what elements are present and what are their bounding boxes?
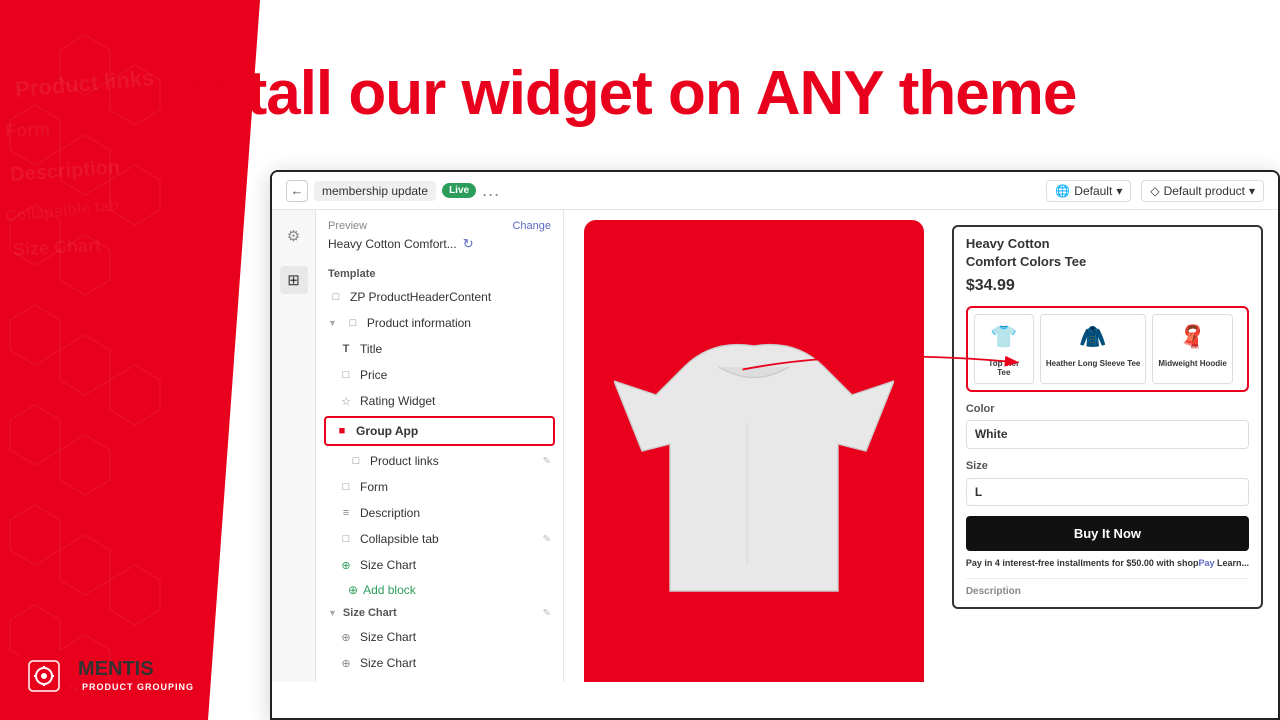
logo-main-text: MENTIS [78, 659, 198, 679]
tree-item-product-info[interactable]: ▼ □ Product information [316, 310, 563, 336]
bg-decorative-text: Product links Form Description Collapsib… [5, 60, 154, 267]
callout-title2: Comfort Colors Tee [966, 253, 1249, 271]
item-icon-collapsible: □ [338, 531, 354, 547]
item-icon-desc: ≡ [338, 505, 354, 521]
tree-item-form[interactable]: □ Form [316, 474, 563, 500]
add-block-button[interactable]: ⊕ Add block [316, 578, 563, 602]
variant-name-3: Midweight Hoodie [1158, 359, 1226, 369]
color-input[interactable]: White [966, 420, 1249, 449]
color-label: Color [966, 402, 1249, 417]
sidebar-icon-settings[interactable]: ⚙ [280, 222, 308, 250]
logo-icon [27, 659, 61, 693]
edit-icon-size: ✎ [543, 608, 551, 619]
editor-main: ⚙ ⊞ Preview Change Heavy Cotton Comfort.… [272, 210, 1278, 682]
tree-item-rating[interactable]: ☆ Rating Widget [316, 388, 563, 414]
logo-box [18, 650, 70, 702]
variant-icon-2: 🧥 [1075, 320, 1111, 356]
variant-top-tier[interactable]: 👕 Top TierTee [974, 314, 1034, 384]
tree-item-description[interactable]: ≡ Description [316, 500, 563, 526]
logo-sub-text: PRODUCT GROUPING [78, 681, 198, 693]
size-chart-section-label: Size Chart [343, 607, 397, 619]
main-headline: Install our widget on ANY theme [160, 60, 1240, 128]
live-badge: Live [442, 183, 476, 198]
tshirt-image [614, 295, 894, 635]
sidebar-icons: ⚙ ⊞ [272, 210, 316, 682]
product-image-area [584, 220, 924, 682]
sidebar-icon-sections[interactable]: ⊞ [280, 266, 308, 294]
change-link[interactable]: Change [512, 220, 551, 232]
tree-item-product-links[interactable]: □ Product links ✎ [316, 448, 563, 474]
preview-label: Preview [328, 220, 367, 232]
editor-topbar: ← membership update Live ... 🌐 Default ▾… [272, 172, 1278, 210]
tree-item-zp-header[interactable]: □ ZP ProductHeaderContent [316, 284, 563, 310]
product-page: Heavy Cotton Comfort Colors Tee $34.99 👕… [564, 210, 1278, 682]
buy-button[interactable]: Buy It Now [966, 516, 1249, 551]
variant-icon-1: 👕 [986, 320, 1022, 356]
chevron-down-icon-2: ▾ [1249, 184, 1255, 198]
item-icon-sc2: ⊕ [338, 655, 354, 671]
plus-icon: ⊕ [348, 583, 358, 597]
variant-heather[interactable]: 🧥 Heather Long Sleeve Tee [1040, 314, 1147, 384]
store-badge: ← membership update Live ... [286, 180, 500, 202]
globe-icon: 🌐 [1055, 184, 1070, 198]
browser-mockup: ← membership update Live ... 🌐 Default ▾… [270, 170, 1280, 720]
chevron-icon-size: ▼ [328, 608, 337, 618]
refresh-icon[interactable]: ↻ [463, 236, 474, 252]
tree-item-price[interactable]: □ Price [316, 362, 563, 388]
preview-name: Heavy Cotton Comfort... ↻ [316, 236, 563, 260]
tree-item-sc2[interactable]: ⊕ Size Chart [316, 650, 563, 676]
default-product-button[interactable]: ◇ Default product ▾ [1141, 180, 1264, 202]
item-icon-sc1: ⊕ [338, 629, 354, 645]
tree-item-size-chart[interactable]: ⊕ Size Chart [316, 552, 563, 578]
template-section-label: Template [316, 260, 563, 284]
tree-item-sc3[interactable]: ⊕ Size Chart [316, 676, 563, 682]
tree-item-collapsible[interactable]: □ Collapsible tab ✎ [316, 526, 563, 552]
variant-hoodie[interactable]: 🧣 Midweight Hoodie [1152, 314, 1232, 384]
edit-icon-links: ✎ [543, 456, 551, 467]
back-button[interactable]: ← [286, 180, 308, 202]
item-icon-group-app: ■ [334, 423, 350, 439]
logo-text: MENTIS PRODUCT GROUPING [78, 659, 198, 693]
item-icon-rating: ☆ [338, 393, 354, 409]
tree-item-title[interactable]: T Title [316, 336, 563, 362]
variant-icon-3: 🧣 [1175, 320, 1211, 356]
chevron-icon: ▼ [328, 318, 337, 328]
product-price: $34.99 [966, 275, 1249, 297]
callout-title1: Heavy Cotton [966, 235, 1249, 253]
item-icon-form: □ [338, 479, 354, 495]
item-icon: □ [328, 289, 344, 305]
default-theme-button[interactable]: 🌐 Default ▾ [1046, 180, 1131, 202]
shop-pay-text: Pay in 4 interest-free installments for … [966, 557, 1249, 570]
template-panel: Preview Change Heavy Cotton Comfort... ↻… [316, 210, 564, 682]
variant-name-2: Heather Long Sleeve Tee [1046, 359, 1141, 369]
size-label: Size [966, 459, 1249, 474]
size-input[interactable]: L [966, 478, 1249, 507]
item-icon-pi: □ [345, 315, 361, 331]
variant-grid: 👕 Top TierTee 🧥 Heather Long Sleeve Tee … [966, 306, 1249, 392]
product-icon: ◇ [1150, 184, 1159, 198]
variant-name-1: Top TierTee [988, 359, 1019, 378]
item-icon-links: □ [348, 453, 364, 469]
item-icon-size-chart: ⊕ [338, 557, 354, 573]
panel-header: Preview Change [316, 210, 563, 236]
description-section: Description [966, 578, 1249, 599]
logo-area: MENTIS PRODUCT GROUPING [18, 650, 198, 702]
preview-area: Heavy Cotton Comfort Colors Tee $34.99 👕… [564, 210, 1278, 682]
item-icon-price: □ [338, 367, 354, 383]
tree-item-sc1[interactable]: ⊕ Size Chart [316, 624, 563, 650]
shop-pay-logo: Pay [1198, 558, 1214, 568]
item-icon-sc3: ⊕ [338, 681, 354, 682]
tree-item-group-app[interactable]: ■ Group App [324, 416, 555, 446]
edit-icon-collapsible: ✎ [543, 534, 551, 545]
size-chart-section[interactable]: ▼ Size Chart ✎ [316, 602, 563, 624]
product-callout: Heavy Cotton Comfort Colors Tee $34.99 👕… [952, 225, 1263, 609]
store-name: membership update [314, 181, 436, 201]
more-button[interactable]: ... [482, 180, 500, 201]
item-icon-title: T [338, 341, 354, 357]
chevron-down-icon: ▾ [1116, 184, 1122, 198]
